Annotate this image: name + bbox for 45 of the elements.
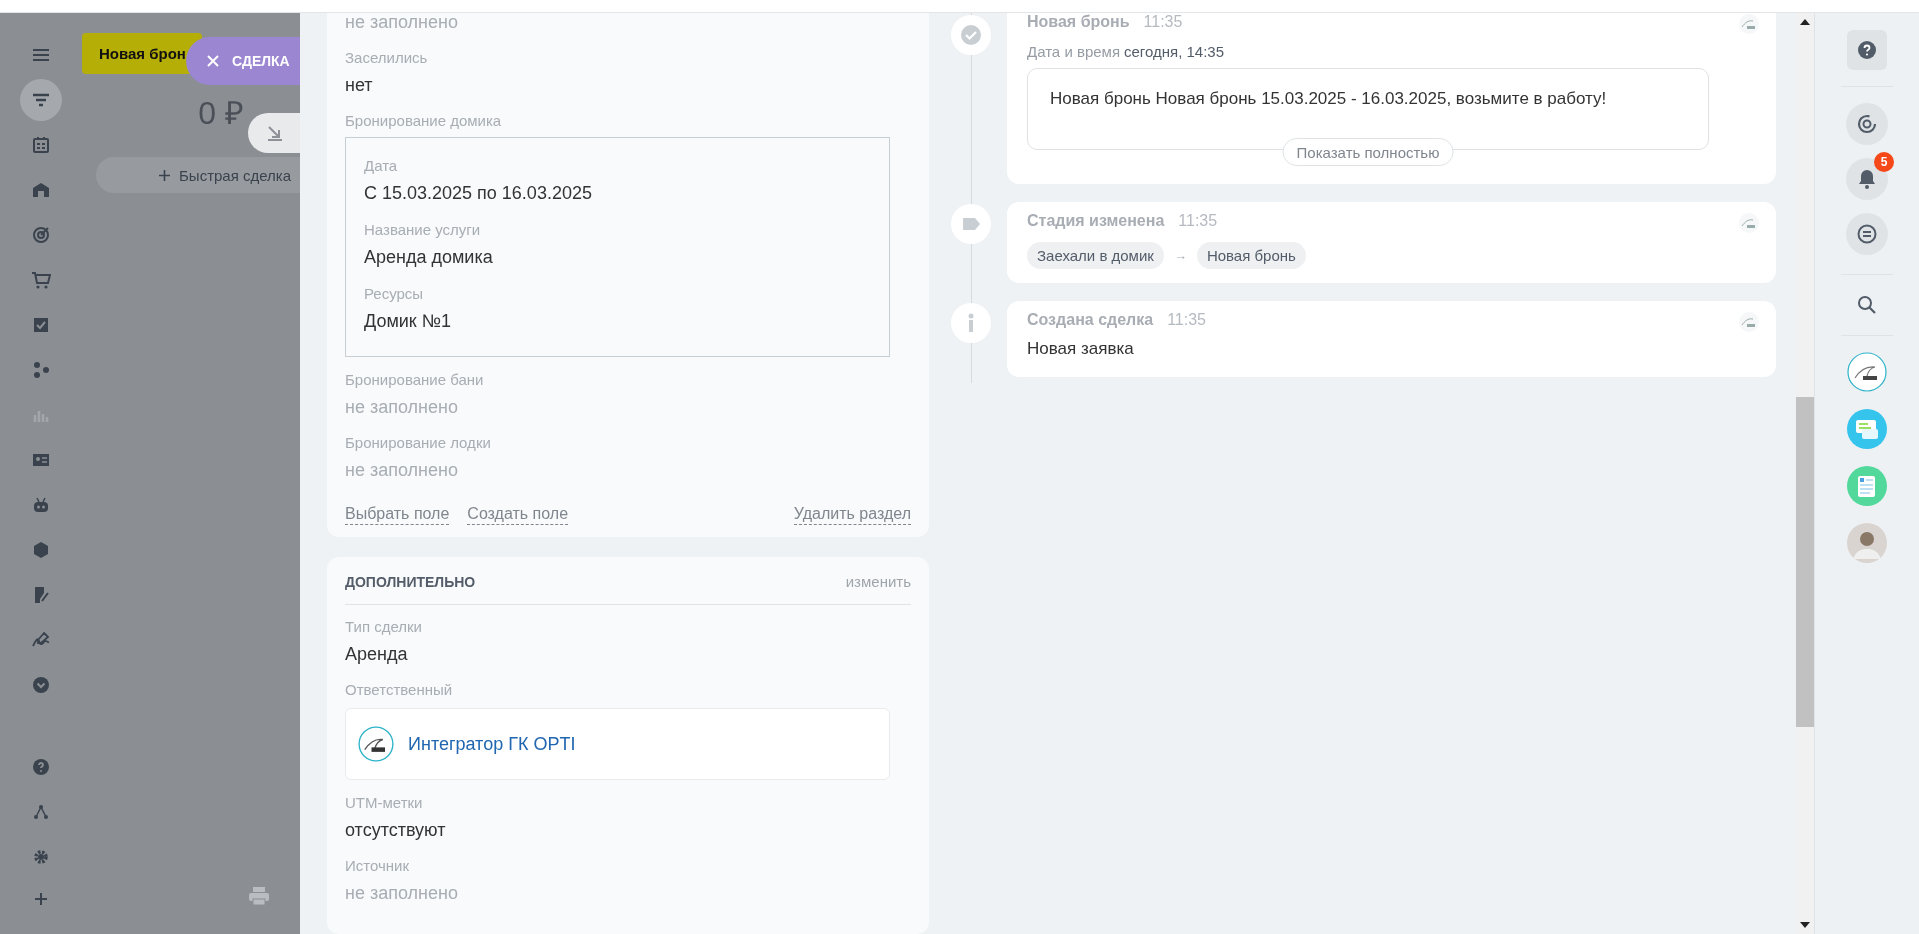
message-text: Новая бронь Новая бронь 15.03.2025 - 16.03.2025, возьмите в работу! xyxy=(1050,89,1607,108)
stage-chip: Заехали в домик xyxy=(1027,242,1164,269)
field-value: нет xyxy=(345,74,374,97)
event-time: 11:35 xyxy=(1178,212,1218,230)
field-label: Ресурсы xyxy=(364,284,425,304)
field-value: Аренда xyxy=(345,643,409,666)
field-value: С 15.03.2025 по 16.03.2025 xyxy=(364,182,593,205)
field-label: Ответственный xyxy=(345,680,454,700)
field-value: не заполнено xyxy=(345,459,459,482)
field-label: UTM-метки xyxy=(345,793,424,813)
event-text: Новая заявка xyxy=(1027,339,1135,359)
field-value: не заполнено xyxy=(345,11,459,34)
delete-section-link[interactable]: Удалить раздел xyxy=(793,504,911,525)
event-title: Создана сделка xyxy=(1027,311,1154,329)
field-label: Бронирование домика xyxy=(345,111,503,131)
date-value: сегодня, 14:35 xyxy=(1124,43,1225,60)
field-label: Дата xyxy=(364,156,399,176)
field-action-link[interactable]: Выбрать поле xyxy=(345,504,450,525)
field-action-link[interactable]: Создать поле xyxy=(467,504,569,525)
quick-deal-button[interactable]: Быстрая сделка xyxy=(96,157,300,193)
edit-link[interactable]: изменить xyxy=(845,573,911,590)
close-tab[interactable]: СДЕЛКА xyxy=(186,37,300,85)
field-label: Бронирование бани xyxy=(345,370,485,390)
field-value: не заполнено xyxy=(345,882,459,905)
event-title: Новая бронь xyxy=(1027,13,1130,31)
field-value: Аренда домика xyxy=(364,246,494,269)
user-link[interactable]: Интегратор ГК OPTI xyxy=(408,733,576,755)
date-label: Дата и время xyxy=(1027,43,1121,60)
field-value: Домик №1 xyxy=(364,310,453,333)
event-time: 11:35 xyxy=(1167,311,1206,329)
field-label: Источник xyxy=(345,856,411,876)
section-title: ДОПОЛНИТЕЛЬНО xyxy=(345,573,476,590)
field-value: не заполнено xyxy=(345,396,459,419)
field-label: Заселились xyxy=(345,48,429,68)
field-label: Бронирование лодки xyxy=(345,433,492,453)
stage-chip: Новая бронь xyxy=(1196,242,1306,269)
event-title: Стадия изменена xyxy=(1027,212,1165,230)
show-full-button[interactable]: Показать полностью xyxy=(1282,138,1454,166)
field-label: Название услуги xyxy=(364,220,482,240)
amount-text: 0 ₽ xyxy=(197,94,245,133)
event-time: 11:35 xyxy=(1143,13,1183,31)
field-value: отсутствуют xyxy=(345,819,447,842)
field-label: Тип сделки xyxy=(345,617,423,637)
arrow-text: → xyxy=(1173,248,1187,263)
notification-badge: 5 xyxy=(1874,152,1894,172)
